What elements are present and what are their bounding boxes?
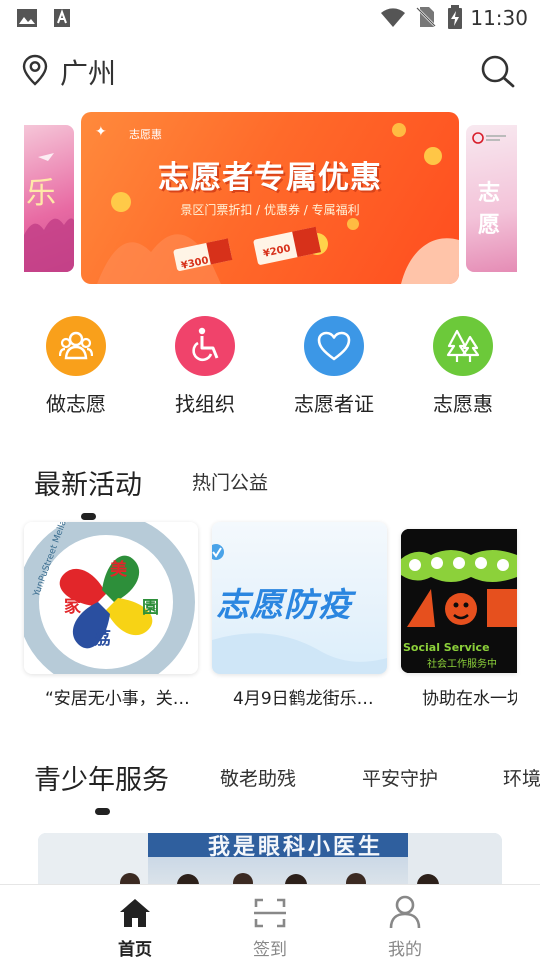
city-selector[interactable]: 广州 <box>60 52 116 92</box>
activity-card[interactable]: 美 園 荔 家 YunPuStreet Meilai Home Socialwo… <box>24 522 198 674</box>
logo-char-li: 荔 <box>93 628 111 649</box>
tab-safety-guard[interactable]: 平安守护 <box>362 764 438 791</box>
heart-icon <box>304 316 364 376</box>
wifi-icon <box>381 8 405 27</box>
logo-char-jia: 家 <box>64 596 81 617</box>
quick-action-volunteer-benefits[interactable]: 志愿惠 <box>413 316 513 417</box>
tab-youth-services[interactable]: 青少年服务 <box>34 758 169 797</box>
banner-brand-tag: 志愿惠 <box>129 128 162 141</box>
tab-home[interactable]: 首页 <box>85 885 185 961</box>
quick-action-find-organization[interactable]: 找组织 <box>155 316 255 417</box>
activity-caption[interactable]: 协助在水一坊 <box>422 684 517 709</box>
battery-charging-icon <box>448 5 462 29</box>
banner-logo-icon: ✦ <box>95 124 107 140</box>
concert-illustration: 乐 <box>24 153 74 272</box>
location-pin-icon[interactable] <box>22 54 48 86</box>
status-time: 11:30 <box>470 6 528 30</box>
tab-popular-charity[interactable]: 热门公益 <box>192 468 268 495</box>
activity-card[interactable]: 志愿防疫 <box>212 522 387 674</box>
youth-activity-photo[interactable]: 我是眼科小医生 <box>38 833 502 885</box>
banner-slide-volunteer-offers[interactable]: 志愿惠 ✦ 志愿者专属优惠 景区门票折扣 / 优惠券 / 专属福利 ¥300 ¥… <box>81 112 459 284</box>
wheelchair-icon <box>175 316 235 376</box>
activity-card[interactable]: Social Service 社会工作服务中 <box>401 529 517 673</box>
scan-icon <box>254 898 286 928</box>
tab-environment[interactable]: 环境 <box>503 764 540 791</box>
quick-action-label: 志愿者证 <box>294 392 374 416</box>
photo-banner-text: 我是眼科小医生 <box>208 835 384 860</box>
status-bar: 11:30 <box>0 0 540 36</box>
quick-action-label: 做志愿 <box>46 392 106 416</box>
meilai-home-logo: 美 園 荔 家 YunPuStreet Meilai Home Socialwo… <box>24 522 198 674</box>
banner-right-title: 志愿 <box>478 181 501 238</box>
active-tab-indicator <box>95 808 110 815</box>
text-input-icon <box>54 9 70 27</box>
quick-action-volunteer-card[interactable]: 志愿者证 <box>284 316 384 417</box>
no-sim-icon <box>416 7 436 27</box>
activity-caption[interactable]: “安居无小事，关… <box>45 684 195 709</box>
tree-icon <box>433 316 493 376</box>
svg-text:乐: 乐 <box>26 176 56 211</box>
tab-label-profile: 我的 <box>388 940 422 960</box>
search-icon[interactable] <box>480 54 516 88</box>
people-group-icon <box>46 316 106 376</box>
banner-title: 志愿者专属优惠 <box>158 160 382 196</box>
tab-label-checkin: 签到 <box>253 940 287 960</box>
activity-card-title: 志愿防疫 <box>216 585 352 624</box>
activity-caption[interactable]: 4月9日鹤龙街乐… <box>233 684 383 709</box>
card-logo-subtext: 社会工作服务中 <box>427 657 497 670</box>
unicom-logo-icon <box>472 132 506 144</box>
tab-elderly-disabled[interactable]: 敬老助残 <box>220 764 296 791</box>
tab-label-home: 首页 <box>118 940 152 960</box>
social-service-logo: Social Service 社会工作服务中 <box>401 529 517 673</box>
active-tab-indicator <box>81 513 96 520</box>
quick-action-label: 志愿惠 <box>433 392 493 416</box>
card-logo-text: Social Service <box>403 641 490 654</box>
home-icon <box>120 899 150 927</box>
tab-latest-activities[interactable]: 最新活动 <box>34 463 142 502</box>
tab-profile[interactable]: 我的 <box>355 885 455 961</box>
user-icon <box>389 895 421 929</box>
banner-slide-next[interactable]: 志愿 <box>466 125 517 272</box>
image-icon <box>17 9 37 27</box>
logo-char-yuan: 園 <box>142 598 159 618</box>
bottom-tab-bar: 首页 签到 我的 <box>0 884 540 960</box>
logo-char-mei: 美 <box>110 559 128 580</box>
quick-action-volunteer[interactable]: 做志愿 <box>26 316 126 417</box>
tab-checkin[interactable]: 签到 <box>220 885 320 961</box>
banner-slide-previous[interactable]: 乐 <box>24 125 74 272</box>
banner-subtitle: 景区门票折扣 / 优惠券 / 专属福利 <box>180 203 360 217</box>
quick-action-label: 找组织 <box>175 392 235 416</box>
